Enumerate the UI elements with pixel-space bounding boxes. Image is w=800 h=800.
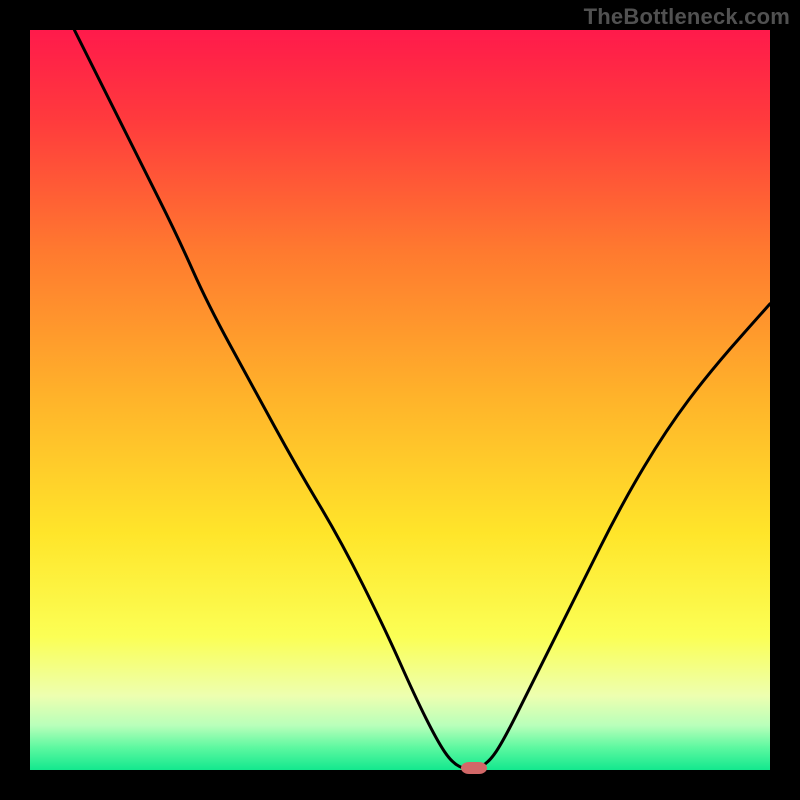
watermark-text: TheBottleneck.com [584, 4, 790, 30]
chart-svg [0, 0, 800, 800]
optimal-marker [461, 762, 487, 774]
plot-background [30, 30, 770, 770]
chart-frame: TheBottleneck.com [0, 0, 800, 800]
